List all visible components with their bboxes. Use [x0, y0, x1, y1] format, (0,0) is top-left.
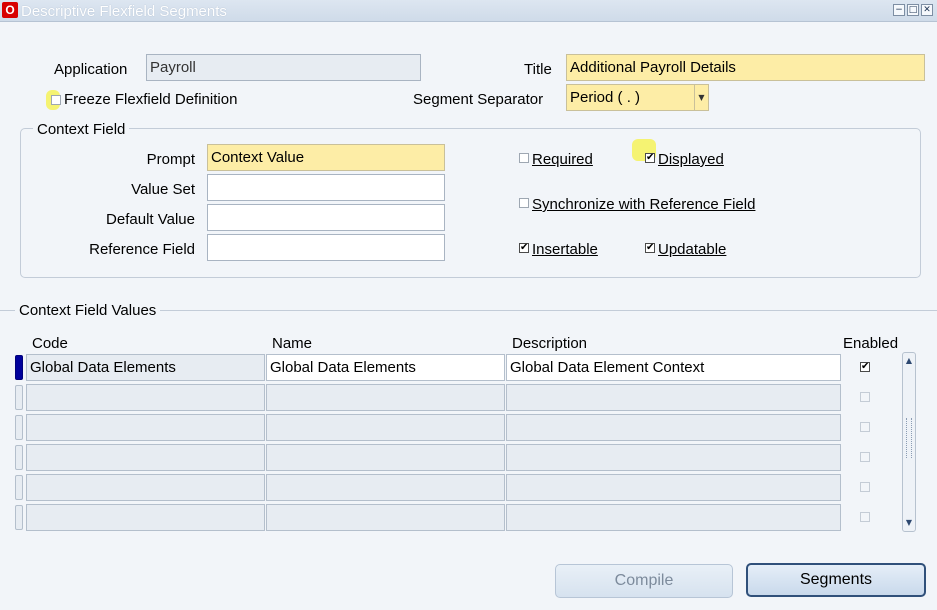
scroll-up-icon[interactable]: ▲ [903, 356, 915, 366]
oracle-app-icon: O [2, 2, 18, 18]
table-cell-code[interactable] [26, 444, 265, 471]
column-header-name: Name [272, 335, 313, 352]
synchronize-label: Synchronize with Reference Field [532, 196, 756, 213]
close-button[interactable]: ✕ [921, 4, 933, 16]
row-indicator[interactable] [15, 475, 23, 500]
context-field-values-title: Context Field Values [15, 302, 161, 320]
check-icon: ✔ [646, 242, 655, 253]
table-cell-name[interactable]: Global Data Elements [266, 354, 505, 381]
table-cell-name[interactable] [266, 414, 505, 441]
displayed-checkbox[interactable]: ✔ [645, 153, 655, 163]
enabled-checkbox[interactable] [860, 392, 870, 402]
application-field[interactable]: Payroll [146, 54, 421, 81]
synchronize-checkbox[interactable] [519, 198, 529, 208]
row-indicator-active[interactable] [15, 355, 23, 380]
scroll-down-icon[interactable]: ▼ [903, 518, 915, 528]
row-indicator[interactable] [15, 415, 23, 440]
table-cell-code[interactable] [26, 414, 265, 441]
title-field[interactable]: Additional Payroll Details [566, 54, 925, 81]
segments-button[interactable]: Segments [746, 563, 926, 597]
table-cell-name[interactable] [266, 504, 505, 531]
enabled-checkbox[interactable] [860, 452, 870, 462]
row-indicator[interactable] [15, 385, 23, 410]
title-label: Title [524, 61, 552, 78]
scroll-thumb-grip[interactable] [906, 418, 912, 458]
application-label: Application [54, 61, 128, 78]
row-indicator[interactable] [15, 445, 23, 470]
table-cell-name[interactable] [266, 474, 505, 501]
required-checkbox[interactable] [519, 153, 529, 163]
default-value-label: Default Value [106, 211, 195, 228]
freeze-checkbox[interactable] [51, 95, 61, 105]
check-icon: ✔ [861, 361, 870, 372]
displayed-label: Displayed [658, 151, 724, 168]
reference-field-label: Reference Field [89, 241, 195, 258]
table-cell-description[interactable] [506, 504, 841, 531]
segment-separator-label: Segment Separator [413, 91, 544, 108]
table-cell-description[interactable] [506, 384, 841, 411]
table-cell-description[interactable] [506, 474, 841, 501]
insertable-checkbox[interactable]: ✔ [519, 243, 529, 253]
segments-button-label: Segments [799, 571, 873, 588]
table-cell-code[interactable] [26, 474, 265, 501]
table-cell-name[interactable] [266, 384, 505, 411]
updatable-checkbox[interactable]: ✔ [645, 243, 655, 253]
prompt-label: Prompt [146, 151, 195, 168]
context-field-group-title: Context Field [33, 121, 130, 139]
required-label: Required [532, 151, 593, 168]
enabled-checkbox[interactable] [860, 512, 870, 522]
insertable-label: Insertable [532, 241, 598, 258]
table-cell-code[interactable]: Global Data Elements [26, 354, 265, 381]
prompt-field[interactable]: Context Value [207, 144, 445, 171]
enabled-checkbox[interactable] [860, 482, 870, 492]
check-icon: ✔ [646, 152, 655, 163]
enabled-checkbox[interactable] [860, 422, 870, 432]
segment-separator-value: Period ( . ) [570, 89, 641, 106]
window-title: Descriptive Flexfield Segments [21, 3, 227, 20]
check-icon: ✔ [520, 242, 529, 253]
enabled-checkbox[interactable]: ✔ [860, 362, 870, 372]
value-set-field[interactable] [207, 174, 445, 201]
column-header-enabled: Enabled [843, 335, 899, 352]
updatable-label: Updatable [658, 241, 727, 258]
column-header-description: Description [512, 335, 588, 352]
table-cell-name[interactable] [266, 444, 505, 471]
row-indicator[interactable] [15, 505, 23, 530]
table-cell-description[interactable]: Global Data Element Context [506, 354, 841, 381]
table-cell-description[interactable] [506, 444, 841, 471]
table-cell-code[interactable] [26, 384, 265, 411]
minimize-button[interactable]: − [893, 4, 905, 16]
freeze-label: Freeze Flexfield Definition [64, 91, 238, 108]
table-cell-description[interactable] [506, 414, 841, 441]
segment-separator-select[interactable]: Period ( . ) [566, 84, 709, 111]
column-header-code: Code [32, 335, 68, 352]
dropdown-arrow-icon[interactable]: ▼ [694, 85, 708, 110]
value-set-label: Value Set [131, 181, 195, 198]
reference-field-input[interactable] [207, 234, 445, 261]
default-value-field[interactable] [207, 204, 445, 231]
restore-button[interactable]: □ [907, 4, 919, 16]
compile-button-label: Compile [614, 572, 674, 589]
table-cell-code[interactable] [26, 504, 265, 531]
compile-button[interactable]: Compile [555, 564, 733, 598]
